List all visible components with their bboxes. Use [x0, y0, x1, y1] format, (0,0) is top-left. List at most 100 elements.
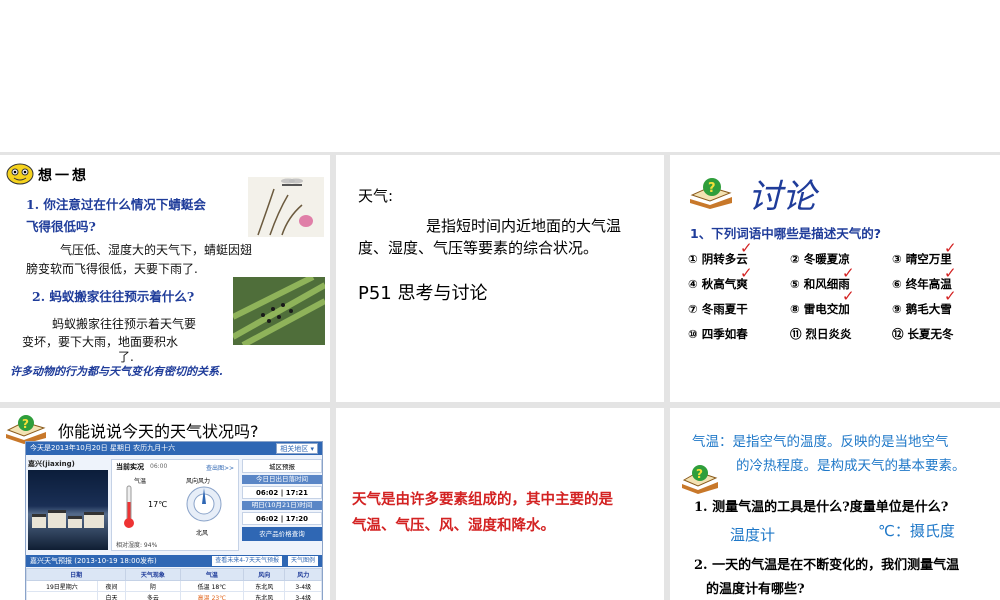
forecast-cell: 多云 [125, 591, 181, 600]
side-title: 城区预报 [242, 459, 322, 473]
slide-think[interactable]: 想一想 1. 你注意过在什么情况下蜻蜓会 飞得很低吗? 气压低、湿度大的天气下，… [0, 155, 330, 402]
question-1: 1. 你注意过在什么情况下蜻蜓会 [26, 197, 206, 212]
option-item[interactable]: ③ 晴空万里 [892, 247, 952, 272]
question-book-icon: ? [682, 465, 718, 494]
humidity: 相对湿度: 94% [116, 542, 158, 549]
option-item[interactable]: ⑫ 长夏无冬 [892, 322, 954, 347]
wind-compass-icon [186, 486, 222, 522]
forecast-cell: 低温 18℃ [179, 580, 245, 592]
region-dropdown[interactable]: 相关地区 ▾ [276, 443, 318, 454]
answer-2-line2: 变坏，要下大雨，地面要积水 [22, 335, 179, 349]
forecast-cell: 东北风 [243, 580, 286, 592]
forecast-row: 19日星期六 夜间阴低温 18℃ 东北风 3-4级 [26, 580, 322, 592]
answer-thermometer: 温度计 [730, 526, 776, 544]
dragonfly-image [248, 177, 324, 237]
thermometer-icon [124, 485, 134, 528]
check-mark-icon: ✓ [740, 239, 753, 257]
slide-discussion[interactable]: ? 讨论 1、下列词语中哪些是描述天气的? ① 阴转多云 ② 冬暖夏凉 ③ 晴空万里… [670, 155, 1000, 402]
option-item[interactable]: ⑨ 鹅毛大雪 [892, 297, 952, 322]
forecast-row: 白天 多云 高温 23℃ 东北风 3-4级 [26, 591, 322, 600]
side-today-time: 06:02 | 17:21 [242, 486, 322, 499]
forecast-title: 嘉兴天气预报 (2013-10-19 18:00发布) [30, 557, 157, 565]
forecast-table-header: 日期 天气现象 气温 风向 风力 [25, 568, 322, 581]
slide-temperature[interactable]: 气温：是指空气的温度。反映的是当地空气 的冷热程度。是构成天气的基本要素。 ? … [670, 408, 1000, 600]
forecast-cell: 阴 [125, 580, 181, 592]
question-1-cont: 飞得很低吗? [26, 219, 96, 234]
region-dropdown-label: 相关地区 [280, 445, 309, 453]
weather-widget: 今天是2013年10月20日 星期日 农历九月十六 相关地区 ▾ 嘉兴(jiax… [25, 441, 323, 600]
check-mark-icon: ✓ [944, 264, 957, 282]
option-item[interactable]: ④ 秋高气爽 [688, 272, 748, 297]
page-reference: P51 思考与讨论 [358, 283, 488, 304]
ants-image [233, 277, 325, 345]
price-query-link[interactable]: 农产品价格查询 [242, 527, 322, 541]
check-mark-icon: ✓ [944, 287, 957, 305]
forecast-cell: 白天 [96, 591, 127, 600]
slide-weather-definition[interactable]: 天气: 是指短时间内近地面的大气温 度、湿度、气压等要素的综合状况。 P51 思… [336, 155, 664, 402]
forecast-cell: 东北风 [243, 591, 286, 600]
discussion-question: 1、下列词语中哪些是描述天气的? [690, 226, 881, 241]
option-item[interactable]: ⑦ 冬雨夏干 [688, 297, 748, 322]
slide-today-weather[interactable]: ? 你能说说今天的天气状况吗? 今天是2013年10月20日 星期日 农历九月十… [0, 408, 330, 600]
now-time: 06:00 [150, 463, 168, 470]
forecast-col-header: 风力 [284, 568, 322, 581]
forecast-col-header: 风向 [243, 568, 286, 581]
check-mark-icon: ✓ [842, 264, 855, 282]
forecast-table: 日期 天气现象 气温 风向 风力 19日星期六 夜间阴低温 18℃ 东北风 3-4级 白天 多云高… [25, 568, 322, 600]
forecast-cell: 19日星期六 [26, 580, 98, 592]
weather-label: 天气: [358, 187, 394, 205]
question-1: 1. 测量气温的工具是什么?度量单位是什么? [694, 500, 949, 515]
temp-value: 17℃ [148, 500, 168, 509]
option-item[interactable]: ⑪ 烈日炎炎 [790, 322, 852, 347]
answer-1-line2: 膀变软而飞得很低，天要下雨了. [26, 262, 198, 276]
answer-1-line1: 气压低、湿度大的天气下，蜻蜓因翅 [60, 243, 253, 257]
option-item[interactable]: ⑩ 四季如春 [688, 322, 748, 347]
weather-header-date: 今天是2013年10月20日 星期日 农历九月十六 [30, 444, 176, 452]
forecast-cell: 夜间 [96, 580, 127, 592]
svg-text:?: ? [708, 181, 716, 196]
temperature-definition-line2: 的冷热程度。是构成天气的基本要素。 [736, 458, 966, 474]
definition-line2: 度、湿度、气压等要素的综合状况。 [358, 239, 599, 257]
question-2-line2: 的温度计有哪些? [706, 582, 805, 597]
forecast-bar: 嘉兴天气预报 (2013-10-19 18:00发布) 查看未来4-7天天气预报… [26, 555, 322, 567]
option-item[interactable]: ⑤ 和风细雨 [790, 272, 850, 297]
city-name: 嘉兴(jiaxing) [28, 460, 75, 468]
now-link[interactable]: 查出图>> [206, 463, 234, 472]
option-item[interactable]: ① 阴转多云 [688, 247, 748, 272]
side-today-label: 今日日出日落时间 [242, 475, 322, 484]
forecast-cell: 3-4级 [284, 591, 322, 600]
legend-link[interactable]: 天气图例 [287, 556, 318, 566]
slide-weather-elements[interactable]: 天气是由许多要素组成的，其中主要的是 气温、气压、风、湿度和降水。 [336, 408, 664, 600]
elements-line1: 天气是由许多要素组成的，其中主要的是 [352, 491, 613, 508]
forecast-col-header: 气温 [179, 568, 245, 581]
option-item[interactable]: ⑥ 终年高温 [892, 272, 952, 297]
forecast-cell: 3-4级 [284, 580, 322, 592]
question-2: 2. 蚂蚁搬家往往预示着什么? [32, 289, 195, 304]
today-question: 你能说说今天的天气状况吗? [58, 422, 259, 441]
slide-footer-note: 许多动物的行为都与天气变化有密切的关系. [10, 365, 223, 378]
check-mark-icon: ✓ [740, 264, 753, 282]
cartoon-face-icon [6, 163, 34, 185]
option-item[interactable]: ② 冬暖夏凉 [790, 247, 850, 272]
check-mark-icon: ✓ [842, 287, 855, 305]
definition-line1: 是指短时间内近地面的大气温 [426, 217, 622, 235]
svg-text:?: ? [696, 467, 703, 481]
question-2-line1: 2. 一天的气温是在不断变化的，我们测量气温 [694, 558, 960, 573]
side-tomorrow-label: 明日(10月21日)时间 [242, 501, 322, 510]
check-mark-icon: ✓ [944, 239, 957, 257]
question-book-icon: ? [690, 178, 732, 209]
now-title: 当前实况 [116, 463, 144, 471]
option-item[interactable]: ⑧ 雷电交加 [790, 297, 850, 322]
city-photo [28, 470, 108, 550]
question-book-icon: ? [6, 415, 46, 444]
sun-times-panel: 城区预报 今日日出日落时间 06:02 | 17:21 明日(10月21日)时间… [242, 459, 322, 551]
discussion-title: 讨论 [748, 177, 816, 217]
elements-line2: 气温、气压、风、湿度和降水。 [352, 517, 555, 534]
forecast-cell [26, 591, 98, 600]
forecast-more-link[interactable]: 查看未来4-7天天气预报 [212, 556, 282, 566]
forecast-col-header: 日期 [25, 568, 127, 581]
svg-text:?: ? [22, 417, 29, 431]
answer-2-line1: 蚂蚁搬家往往预示着天气要 [52, 317, 197, 331]
answer-celsius: ℃：摄氏度 [878, 522, 955, 540]
forecast-col-header: 天气现象 [125, 568, 181, 581]
